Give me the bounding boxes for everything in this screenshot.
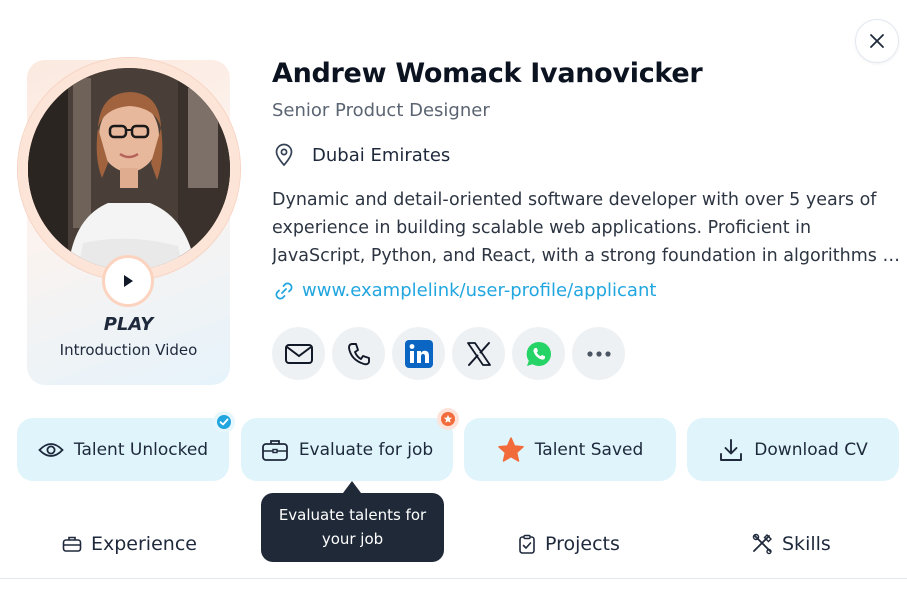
tab-projects-label: Projects: [545, 533, 620, 555]
tooltip-arrow: [343, 481, 361, 493]
play-icon: [124, 275, 133, 287]
email-button[interactable]: [272, 327, 325, 380]
evaluate-for-job-label: Evaluate for job: [298, 439, 434, 460]
tools-icon: [752, 533, 772, 555]
tab-skills[interactable]: Skills: [751, 533, 831, 555]
candidate-name: Andrew Womack Ivanovicker: [272, 58, 703, 89]
close-icon: [870, 34, 884, 48]
avatar: [28, 68, 230, 270]
tab-projects[interactable]: Projects: [518, 533, 620, 555]
briefcase-icon: [261, 439, 288, 461]
whatsapp-button[interactable]: [512, 327, 565, 380]
eye-icon: [38, 442, 64, 457]
bio-line: JavaScript, Python, and React, with a st…: [272, 246, 900, 266]
evaluate-tooltip: Evaluate talents for your job: [261, 493, 444, 562]
phone-icon: [347, 342, 370, 365]
whatsapp-icon: [526, 341, 551, 366]
bio-line: Dynamic and detail-oriented software dev…: [272, 190, 877, 210]
more-options-button[interactable]: [572, 327, 625, 380]
bio-line: experience in building scalable web appl…: [272, 218, 812, 238]
play-button[interactable]: [102, 255, 154, 307]
candidate-location: Dubai Emirates: [312, 145, 451, 166]
linkedin-icon: [404, 339, 433, 368]
unlocked-badge: [213, 411, 235, 433]
briefcase-icon: [62, 536, 82, 552]
talent-unlocked-button[interactable]: Talent Unlocked: [17, 418, 229, 481]
tooltip-line: your job: [321, 530, 384, 548]
star-badge-icon: [441, 412, 455, 426]
location-pin-icon: [275, 143, 293, 167]
talent-saved-label: Talent Saved: [534, 439, 644, 460]
play-label: PLAY: [103, 314, 154, 335]
linkedin-button[interactable]: [392, 327, 445, 380]
talent-saved-button[interactable]: Talent Saved: [464, 418, 676, 481]
close-button[interactable]: [855, 19, 899, 63]
check-badge-icon: [217, 415, 231, 429]
download-icon: [720, 438, 743, 461]
phone-button[interactable]: [332, 327, 385, 380]
x-button[interactable]: [452, 327, 505, 380]
download-cv-label: Download CV: [754, 439, 868, 460]
profile-link[interactable]: www.examplelink/user-profile/applicant: [302, 280, 656, 301]
more-icon: [586, 350, 611, 357]
mail-icon: [284, 343, 313, 364]
profile-modal: PLAY Introduction Video Andrew Womack Iv…: [0, 0, 907, 609]
clipboard-check-icon: [519, 534, 535, 554]
candidate-bio: Dynamic and detail-oriented software dev…: [272, 186, 900, 270]
talent-unlocked-label: Talent Unlocked: [73, 439, 209, 460]
download-cv-button[interactable]: Download CV: [687, 418, 899, 481]
tooltip-line: Evaluate talents for: [278, 506, 427, 524]
star-icon: [497, 436, 524, 462]
evaluate-badge: [437, 408, 459, 430]
candidate-title: Senior Product Designer: [272, 100, 490, 121]
tab-skills-label: Skills: [782, 533, 831, 555]
intro-video-caption: Introduction Video: [59, 341, 198, 359]
tabs-divider: [0, 578, 907, 579]
x-icon: [466, 341, 491, 366]
link-icon: [275, 282, 293, 300]
evaluate-for-job-button[interactable]: Evaluate for job: [241, 418, 453, 481]
tab-experience[interactable]: Experience: [62, 533, 197, 555]
tab-experience-label: Experience: [91, 533, 197, 555]
